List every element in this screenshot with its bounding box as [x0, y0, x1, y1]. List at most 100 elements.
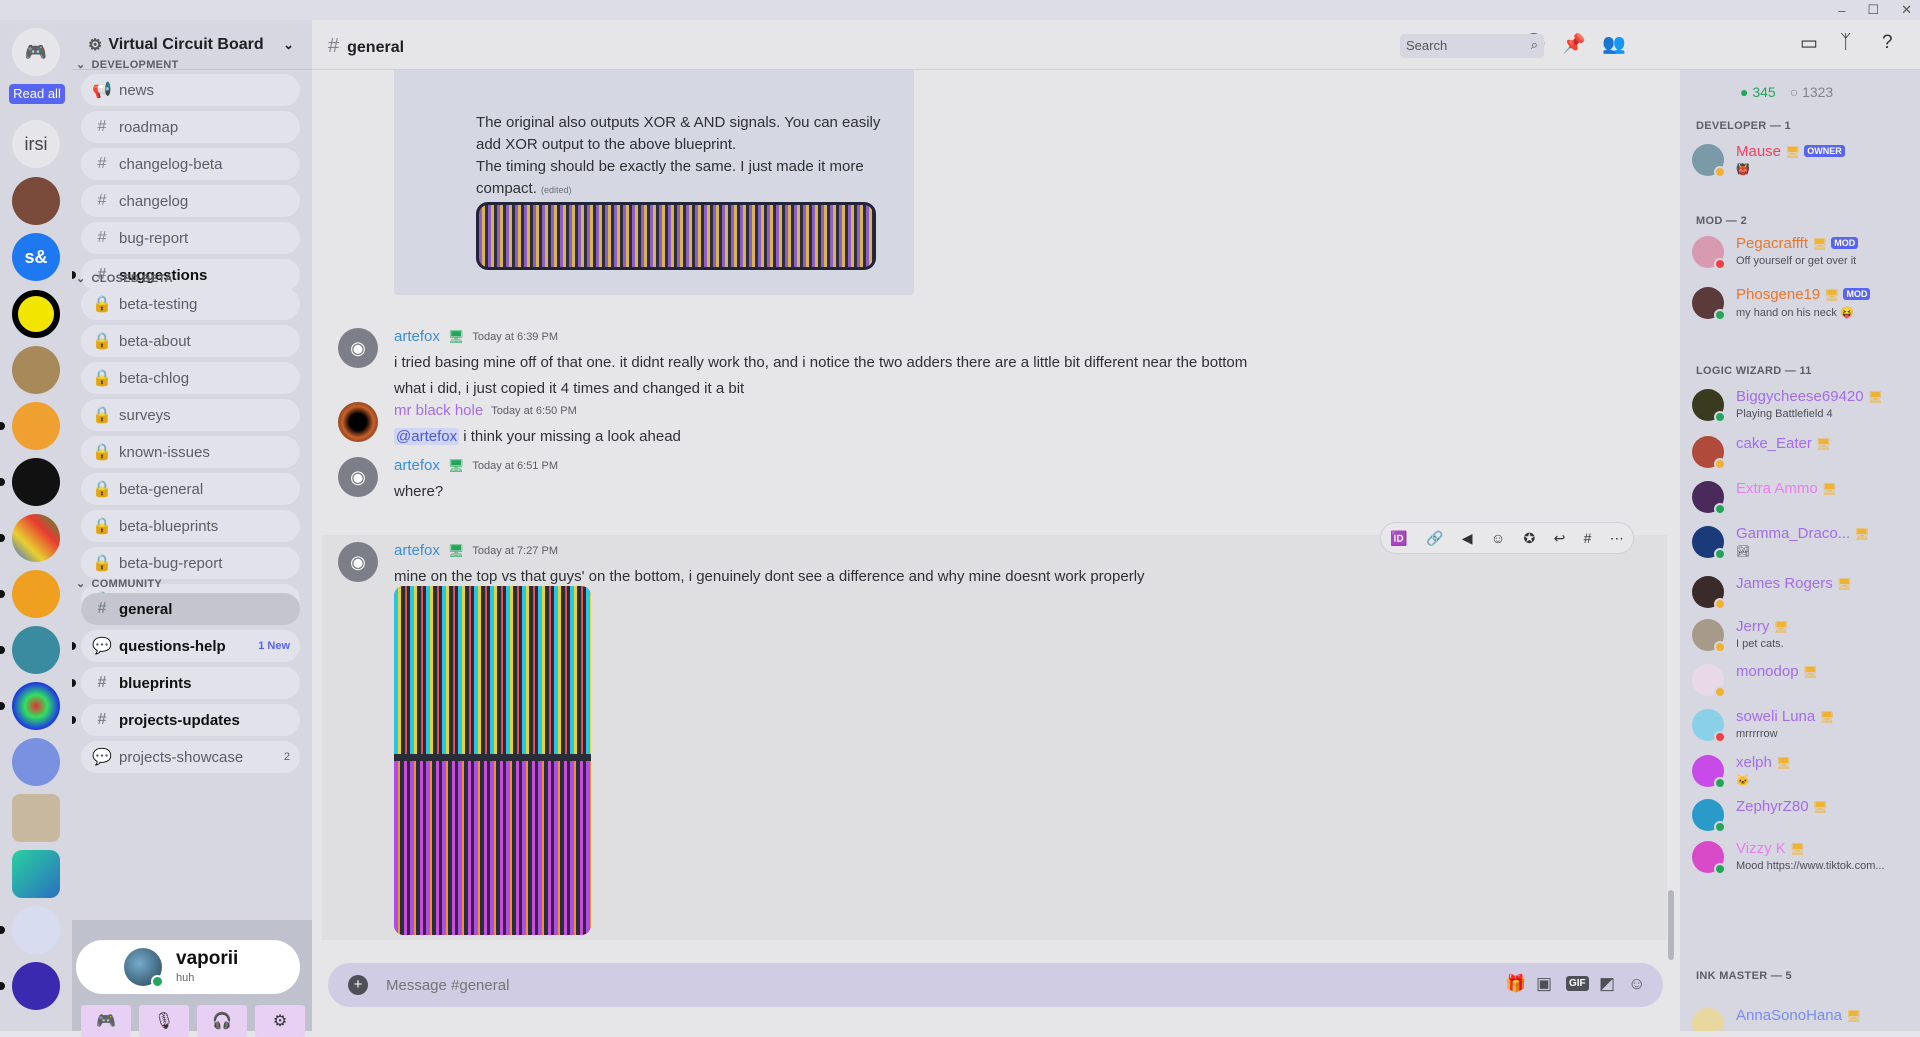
minimize-button[interactable]: –	[1838, 3, 1845, 18]
channel-beta-about[interactable]: 🔒 beta-about	[81, 325, 300, 357]
copy-id-icon[interactable]: 🆔	[1390, 530, 1407, 547]
server-python-icon[interactable]	[12, 738, 60, 786]
gift-icon[interactable]: 🎁	[1505, 974, 1526, 994]
close-button[interactable]: ✕	[1901, 2, 1912, 18]
channel-beta-blueprints[interactable]: 🔒 beta-blueprints	[81, 510, 300, 542]
author-name[interactable]: artefox	[394, 328, 440, 345]
channel-beta-bug-report[interactable]: 🔒 beta-bug-report	[81, 547, 300, 579]
desktop-icon: 🖥	[1789, 842, 1805, 856]
channel-changelog[interactable]: # changelog	[81, 185, 300, 217]
avatar[interactable]: ◉	[338, 457, 378, 497]
category-header[interactable]: ⌄ DEVELOPMENT	[76, 58, 179, 72]
member-item[interactable]: monodop 🖥	[1692, 658, 1912, 702]
author-name[interactable]: artefox	[394, 457, 440, 474]
copy-link-icon[interactable]: 🔗	[1426, 530, 1443, 547]
avatar[interactable]: ◉	[338, 542, 378, 582]
channel-news[interactable]: 📢 news	[81, 74, 300, 106]
member-item[interactable]: Pegacraffft 🖥 MOD Off yourself or get over …	[1692, 230, 1912, 274]
activity-gamepad-icon[interactable]: 🎮	[81, 1005, 131, 1037]
member-item[interactable]: cake_Eater 🖥	[1692, 430, 1912, 474]
channel-roadmap[interactable]: # roadmap	[81, 111, 300, 143]
channel-known-issues[interactable]: 🔒 known-issues	[81, 436, 300, 468]
member-item[interactable]: Jerry 🖥 I pet cats.	[1692, 613, 1912, 657]
server-icon[interactable]	[12, 962, 60, 1010]
sticker-icon[interactable]: ◩	[1599, 974, 1615, 994]
create-thread-icon[interactable]: #	[1584, 530, 1592, 546]
tag-icon[interactable]: ◀	[1462, 530, 1473, 547]
read-all-button[interactable]: Read all	[9, 84, 65, 104]
member-item[interactable]: soweli Luna 🖥 mrrrrrow	[1692, 703, 1912, 747]
more-options-icon[interactable]: ⋯	[1610, 530, 1624, 547]
author-name[interactable]: mr black hole	[394, 402, 483, 419]
maximize-button[interactable]: ☐	[1867, 2, 1879, 18]
add-reaction-icon[interactable]: ☺	[1491, 530, 1505, 546]
category-header[interactable]: ⌄ COMMUNITY	[76, 577, 162, 591]
channel-projects-updates[interactable]: # projects-updates	[81, 704, 300, 736]
gif-button[interactable]: GIF	[1566, 976, 1589, 991]
member-item[interactable]: Phosgene19 🖥 MOD my hand on his neck 😝	[1692, 281, 1912, 325]
members-icon[interactable]: 👥	[1602, 32, 1626, 56]
server-irsi[interactable]: irsi	[12, 120, 60, 168]
attached-image[interactable]	[394, 586, 591, 935]
status-icon	[1714, 863, 1726, 875]
channel-questions-help[interactable]: 💬 questions-help 1 New	[81, 630, 300, 662]
server-icon[interactable]	[12, 906, 60, 954]
channel-changelog-beta[interactable]: # changelog-beta	[81, 148, 300, 180]
channel-blueprints[interactable]: # blueprints	[81, 667, 300, 699]
member-item[interactable]: Gamma_Draco... 🖥 🏞	[1692, 520, 1912, 564]
server-s-and[interactable]: s&	[12, 233, 60, 281]
search-input[interactable]: Search ⌕	[1400, 34, 1544, 58]
member-item[interactable]: xelph 🖥 🐱	[1692, 749, 1912, 793]
member-item[interactable]: AnnaSonoHana 🖥	[1692, 1002, 1912, 1031]
server-icon[interactable]	[12, 626, 60, 674]
member-item[interactable]: James Rogers 🖥	[1692, 570, 1912, 614]
member-item[interactable]: ZephyrZ80 🖥	[1692, 793, 1912, 837]
help-icon[interactable]: ?	[1882, 32, 1893, 54]
microphone-icon[interactable]: 🎙	[139, 1005, 189, 1037]
member-item[interactable]: Biggycheese69420 🖥 Playing Battlefield 4	[1692, 383, 1912, 427]
vencord-icon[interactable]: ᛉ	[1840, 32, 1851, 54]
reply-icon[interactable]: ↩	[1554, 530, 1566, 547]
chevron-down-icon[interactable]: ⌄	[283, 37, 294, 53]
settings-gear-icon[interactable]: ⚙	[255, 1005, 305, 1037]
user-card[interactable]: vaporii huh	[76, 940, 300, 994]
server-icon[interactable]	[12, 794, 60, 842]
channel-beta-testing[interactable]: 🔒 beta-testing	[81, 288, 300, 320]
avatar[interactable]: ◉	[338, 328, 378, 368]
inbox-icon[interactable]: ▭	[1800, 32, 1818, 55]
lock-icon: 🔒	[92, 296, 112, 313]
channel-projects-showcase[interactable]: 💬 projects-showcase 2	[81, 741, 300, 773]
super-reaction-icon[interactable]: ✪	[1524, 530, 1536, 547]
category-header[interactable]: ⌄ CLOSED BETA	[76, 272, 173, 286]
discord-home-icon[interactable]: 🎮	[12, 28, 60, 76]
member-item[interactable]: Mause 🖥 OWNER 👹	[1692, 138, 1912, 182]
server-icon[interactable]	[12, 570, 60, 618]
app-launcher-icon[interactable]: ▣	[1536, 974, 1552, 994]
server-icon[interactable]	[12, 402, 60, 450]
member-item[interactable]: Vizzy K 🖥 Mood https://www.tiktok.com...	[1692, 835, 1912, 879]
blueprint-image[interactable]	[476, 202, 876, 270]
attach-plus-icon[interactable]: +	[348, 975, 368, 995]
server-icon[interactable]	[12, 346, 60, 394]
emoji-icon[interactable]: ☺	[1628, 974, 1645, 994]
pin-icon[interactable]: 📌	[1562, 32, 1586, 56]
channel-name: known-issues	[119, 443, 210, 461]
user-mention[interactable]: @artefox	[394, 428, 460, 445]
channel-general[interactable]: # general	[81, 593, 300, 625]
channel-surveys[interactable]: 🔒 surveys	[81, 399, 300, 431]
channel-bug-report[interactable]: # bug-report	[81, 222, 300, 254]
member-item[interactable]: Extra Ammo 🖥	[1692, 475, 1912, 519]
channel-beta-general[interactable]: 🔒 beta-general	[81, 473, 300, 505]
server-icon[interactable]	[12, 290, 60, 338]
headphones-icon[interactable]: 🎧	[197, 1005, 247, 1037]
channel-beta-chlog[interactable]: 🔒 beta-chlog	[81, 362, 300, 394]
scrollbar[interactable]	[1668, 890, 1674, 960]
message-input[interactable]	[386, 963, 1186, 1007]
author-name[interactable]: artefox	[394, 542, 440, 559]
server-icon[interactable]	[12, 177, 60, 225]
server-icon[interactable]	[12, 458, 60, 506]
server-icon[interactable]	[12, 850, 60, 898]
avatar[interactable]	[338, 402, 378, 442]
server-icon[interactable]	[12, 682, 60, 730]
server-icon[interactable]	[12, 514, 60, 562]
